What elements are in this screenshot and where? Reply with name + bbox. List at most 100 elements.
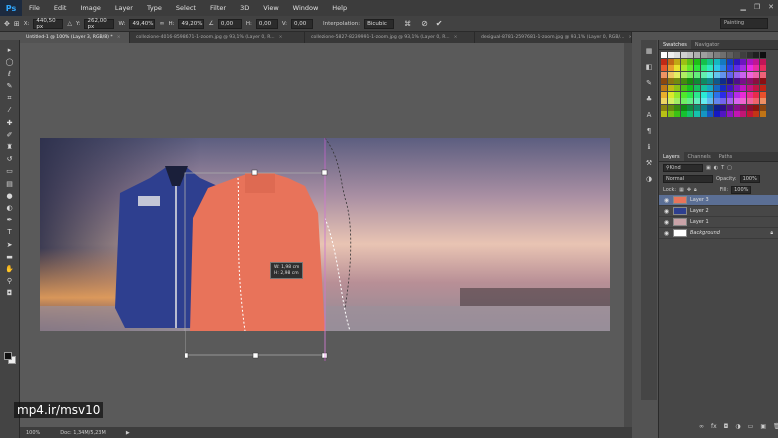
transform-tool-icon[interactable]: ✥ <box>4 20 10 28</box>
color-swatch[interactable] <box>707 84 714 91</box>
color-swatch[interactable] <box>733 98 740 105</box>
link-xy-icon[interactable]: △ <box>67 20 72 27</box>
color-swatch[interactable] <box>674 91 681 98</box>
workspace-select[interactable]: Painting <box>720 18 768 29</box>
color-swatch[interactable] <box>700 65 707 72</box>
layer-style-icon[interactable]: fx <box>711 423 717 430</box>
shape-tool-icon[interactable]: ▬ <box>4 251 16 262</box>
foreground-color-swatch[interactable] <box>4 352 12 360</box>
color-swatch[interactable] <box>726 91 733 98</box>
color-swatch[interactable] <box>661 58 667 65</box>
color-swatch[interactable] <box>680 58 687 65</box>
v-skew-field[interactable]: 0,00 <box>291 18 314 29</box>
color-swatch[interactable] <box>661 91 667 98</box>
close-tab-icon[interactable]: × <box>454 35 458 40</box>
healing-tool-icon[interactable]: ✚ <box>4 117 16 128</box>
type-tool-icon[interactable]: T <box>4 227 16 238</box>
layer-row-2[interactable]: ◉ Layer 2 <box>659 206 778 217</box>
history-brush-icon[interactable]: ↺ <box>4 154 16 165</box>
color-swatch[interactable] <box>746 111 753 118</box>
color-swatch[interactable] <box>726 98 733 105</box>
y-field[interactable]: 262,00 px <box>84 18 115 30</box>
fill-field[interactable]: 100% <box>731 185 752 194</box>
color-swatch[interactable] <box>700 84 707 91</box>
color-swatch[interactable] <box>713 104 720 111</box>
clone-source-icon[interactable]: ♣ <box>644 94 654 104</box>
color-swatch[interactable] <box>733 84 740 91</box>
color-swatch[interactable] <box>700 52 707 58</box>
color-swatch[interactable] <box>693 65 700 72</box>
color-swatch[interactable] <box>759 78 766 85</box>
color-swatch[interactable] <box>759 98 766 105</box>
delete-layer-icon[interactable]: 🗑︎ <box>773 423 778 430</box>
link-wh-icon[interactable]: ∞ <box>159 20 164 27</box>
filter-adjustment-icon[interactable]: ◐ <box>714 165 718 171</box>
menu-select[interactable]: Select <box>169 4 203 12</box>
commit-transform-icon[interactable]: ✔ <box>436 19 443 28</box>
tab-channels[interactable]: Channels <box>684 152 715 161</box>
adjustments-panel-icon[interactable]: ◑ <box>644 174 654 184</box>
color-swatch[interactable] <box>687 98 694 105</box>
color-swatch[interactable] <box>693 111 700 118</box>
width-field[interactable]: 49,40% <box>129 18 156 29</box>
blend-mode-select[interactable]: Normal <box>663 174 713 183</box>
color-swatch[interactable] <box>720 78 727 85</box>
marquee-tool-icon[interactable]: ◯ <box>4 56 16 67</box>
color-swatch[interactable] <box>661 52 667 58</box>
color-swatch[interactable] <box>667 65 674 72</box>
vertical-scrollbar[interactable] <box>624 43 632 427</box>
visibility-eye-icon[interactable]: ◉ <box>663 208 670 215</box>
color-swatch[interactable] <box>713 58 720 65</box>
color-swatch[interactable] <box>740 91 747 98</box>
status-arrow-icon[interactable]: ▶ <box>126 430 130 436</box>
color-swatch[interactable] <box>759 52 766 58</box>
color-swatch[interactable] <box>753 65 760 72</box>
color-swatch[interactable] <box>713 65 720 72</box>
color-swatch[interactable] <box>753 104 760 111</box>
color-swatch[interactable] <box>720 91 727 98</box>
color-swatch[interactable] <box>693 104 700 111</box>
color-swatch[interactable] <box>713 52 720 58</box>
dodge-tool-icon[interactable]: ◐ <box>4 202 16 213</box>
color-swatch[interactable] <box>753 78 760 85</box>
color-swatch[interactable] <box>693 91 700 98</box>
color-swatch[interactable] <box>680 84 687 91</box>
color-swatch[interactable] <box>674 71 681 78</box>
color-swatch[interactable] <box>700 104 707 111</box>
color-swatch[interactable] <box>733 91 740 98</box>
color-swatch[interactable] <box>713 71 720 78</box>
color-swatch[interactable] <box>674 111 681 118</box>
color-swatch[interactable] <box>707 91 714 98</box>
color-swatch[interactable] <box>720 104 727 111</box>
reference-point-icon[interactable]: ⊞ <box>14 20 20 28</box>
color-swatch[interactable] <box>753 84 760 91</box>
color-swatch[interactable] <box>753 91 760 98</box>
color-swatch[interactable] <box>713 84 720 91</box>
color-swatch[interactable] <box>713 78 720 85</box>
menu-view[interactable]: View <box>256 4 285 12</box>
interpolation-select[interactable]: Bicubic <box>364 18 395 29</box>
color-swatch[interactable] <box>707 58 714 65</box>
color-swatch[interactable] <box>707 104 714 111</box>
color-swatch[interactable] <box>733 71 740 78</box>
color-swatch[interactable] <box>680 78 687 85</box>
color-swatch[interactable] <box>680 111 687 118</box>
color-swatch[interactable] <box>674 84 681 91</box>
color-swatch[interactable] <box>687 84 694 91</box>
color-swatch[interactable] <box>687 111 694 118</box>
path-select-tool-icon[interactable]: ➤ <box>4 239 16 250</box>
restore-icon[interactable]: ❐ <box>754 3 760 11</box>
color-swatch[interactable] <box>726 104 733 111</box>
color-swatch[interactable] <box>720 71 727 78</box>
history-panel-icon[interactable]: ▦ <box>644 46 654 56</box>
color-swatch[interactable] <box>713 111 720 118</box>
color-swatch[interactable] <box>759 65 766 72</box>
filter-pixel-icon[interactable]: ▣ <box>706 165 711 171</box>
color-swatch[interactable] <box>661 84 667 91</box>
color-swatch[interactable] <box>667 84 674 91</box>
color-swatch[interactable] <box>687 52 694 58</box>
menu-image[interactable]: Image <box>73 4 107 12</box>
tab-collezione-4016[interactable]: collezione-4016-8598671-1-zoom.jpg @ 93,… <box>130 32 305 43</box>
color-swatch[interactable] <box>726 78 733 85</box>
tab-swatches[interactable]: Swatches <box>659 40 691 49</box>
